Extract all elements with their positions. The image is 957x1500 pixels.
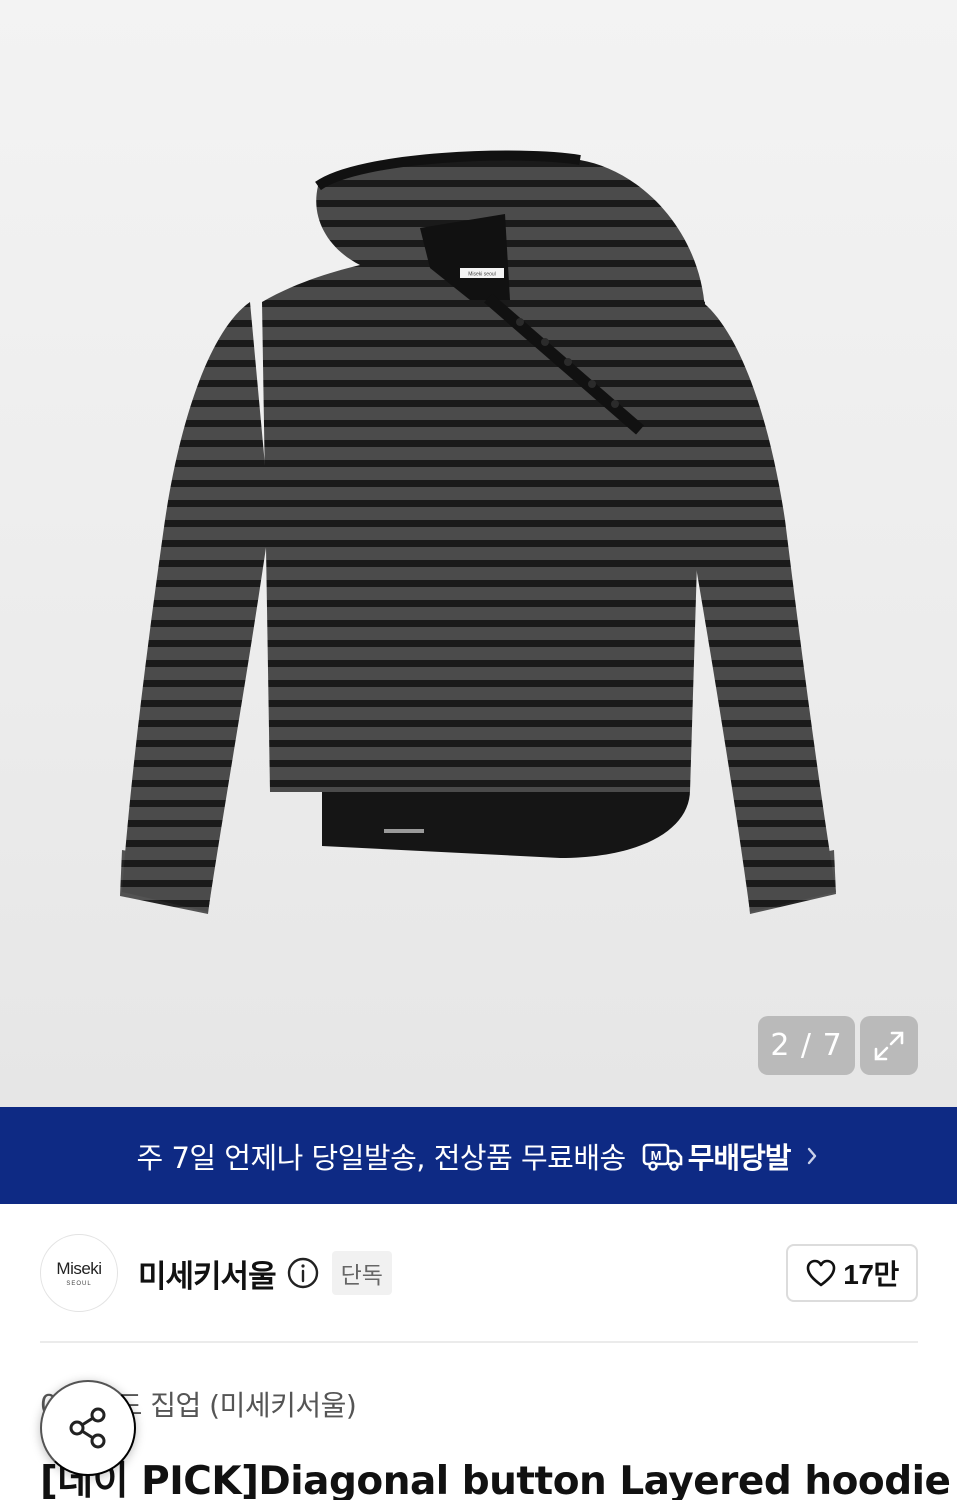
truck-icon: M	[642, 1143, 683, 1171]
chevron-right-icon	[804, 1144, 820, 1168]
like-button[interactable]: 17만	[786, 1244, 918, 1302]
product-gallery[interactable]: Miseki seoul 2 / 7	[0, 0, 957, 1107]
share-icon	[69, 1407, 106, 1449]
delivery-banner[interactable]: 주 7일 언제나 당일발송, 전상품 무료배송 M 무배당발	[0, 1107, 957, 1204]
expand-button[interactable]	[860, 1016, 918, 1075]
brand-logo[interactable]: Miseki SEOUL	[40, 1234, 118, 1312]
free-delivery-badge: M 무배당발	[642, 1135, 791, 1177]
badge-label: 무배당발	[687, 1140, 792, 1175]
product-title: [데이 PICK]Diagonal button Layered hoodie	[40, 1459, 951, 1500]
like-count: 17만	[843, 1259, 899, 1290]
share-button[interactable]	[40, 1380, 136, 1476]
expand-icon	[874, 1031, 904, 1060]
banner-text: 주 7일 언제나 당일발송, 전상품 무료배송	[136, 1140, 627, 1175]
product-image[interactable]: Miseki seoul	[0, 0, 957, 1107]
divider	[40, 1341, 918, 1343]
brand-name[interactable]: 미세키서울	[138, 1251, 277, 1296]
exclusive-badge: 단독	[331, 1251, 392, 1295]
truck-icon-letter: M	[650, 1148, 661, 1163]
info-icon[interactable]	[286, 1256, 320, 1290]
brand-row: Miseki SEOUL 미세키서울 단독 17만	[40, 1234, 918, 1312]
garment-tag: Miseki seoul	[468, 272, 496, 278]
brand-logo-subtext: SEOUL	[66, 1281, 92, 1287]
heart-icon	[806, 1259, 836, 1287]
image-counter: 2 / 7	[758, 1016, 855, 1075]
brand-logo-text: Miseki	[56, 1259, 102, 1278]
